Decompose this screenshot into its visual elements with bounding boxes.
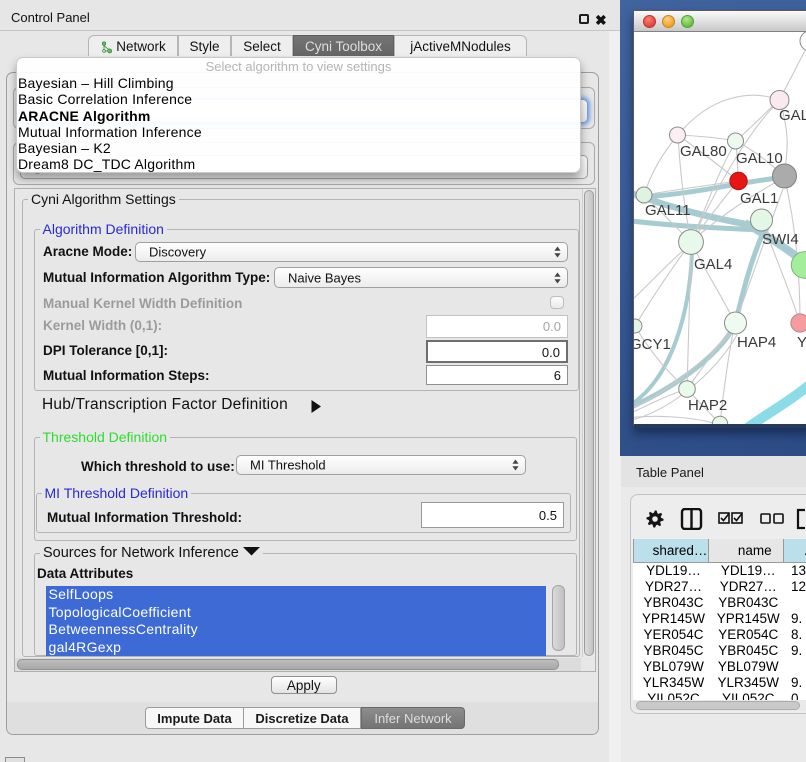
svg-text:GAL4: GAL4	[694, 256, 732, 273]
svg-text:GAL10: GAL10	[736, 150, 783, 167]
svg-text:HAP2: HAP2	[688, 397, 727, 414]
svg-text:GAL1: GAL1	[740, 190, 778, 207]
svg-text:SWI4: SWI4	[762, 231, 799, 248]
svg-text:GAL11: GAL11	[645, 202, 691, 219]
svg-text:GCY1: GCY1	[634, 336, 671, 353]
svg-text:GAL80: GAL80	[680, 143, 727, 160]
svg-text:YJ: YJ	[797, 334, 806, 351]
svg-text:HAP4: HAP4	[737, 334, 776, 351]
svg-text:GAL7: GAL7	[779, 107, 806, 124]
